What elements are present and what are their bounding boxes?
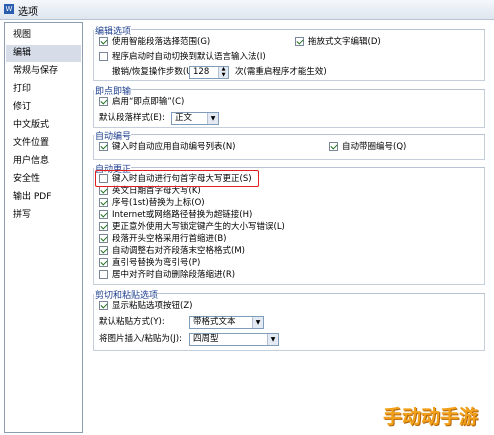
- auto-ime-option[interactable]: 程序启动时自动切换到默认语言输入法(I): [99, 50, 266, 64]
- undo-steps-label: 撤销/恢复操作步数(U):: [112, 67, 199, 77]
- show-paste-button-option[interactable]: 显示粘贴选项按钮(Z): [99, 299, 192, 313]
- edit-options-group: 编辑选项 使用智能段落选择范围(G) 拖放式文字编辑(D) 程序启动时自动切换到…: [91, 24, 487, 84]
- chevron-down-icon[interactable]: ▼: [267, 334, 278, 345]
- image-paste-label: 将图片插入/粘贴为(J):: [99, 334, 182, 344]
- nav-item-revision[interactable]: 修订: [6, 99, 81, 116]
- option-label: 自动调整右对齐段落末空格格式(M): [112, 246, 245, 256]
- option-label: 直引号替换为弯引号(P): [112, 258, 201, 268]
- window-title: 选项: [18, 7, 38, 18]
- image-paste-select[interactable]: 四周型 ▼: [189, 333, 279, 346]
- nav-item-view[interactable]: 视图: [6, 27, 81, 44]
- chevron-down-icon[interactable]: ▼: [252, 317, 263, 328]
- option-label: 拖放式文字编辑(D): [308, 37, 381, 47]
- option-label: 段落开头空格采用行首缩进(B): [112, 234, 227, 244]
- select-value: 带格式文本: [193, 317, 236, 327]
- undo-steps-note: 次(需重启程序才能生效): [235, 67, 327, 77]
- auto-ime-checkbox[interactable]: [99, 52, 108, 61]
- smart-select-checkbox[interactable]: [99, 37, 108, 46]
- clipboard-group: 剪切和粘贴选项 显示粘贴选项按钮(Z) 默认粘贴方式(Y): 带格式文本 ▼ 将图…: [91, 288, 487, 352]
- watermark-logo: 手动动手游: [383, 406, 479, 428]
- undo-steps-spinner[interactable]: 128 ▲ ▼: [189, 66, 229, 79]
- options-content: 编辑选项 使用智能段落选择范围(G) 拖放式文字编辑(D) 程序启动时自动切换到…: [87, 22, 491, 431]
- option-label: 使用智能段落选择范围(G): [112, 37, 211, 47]
- spinner-value: 128: [193, 67, 210, 77]
- default-paste-label: 默认粘贴方式(Y):: [99, 317, 165, 327]
- nav-item-print[interactable]: 打印: [6, 81, 81, 98]
- click-type-group: 即点即输 启用“即点即输”(C) 默认段落样式(E): 正文 ▼: [91, 84, 487, 129]
- nav-item-security[interactable]: 安全性: [6, 171, 81, 188]
- autocorrect-checkbox[interactable]: [99, 246, 108, 255]
- default-style-select[interactable]: 正文 ▼: [171, 112, 219, 125]
- nav-item-general-save[interactable]: 常规与保存: [6, 63, 81, 80]
- nav-item-edit[interactable]: 编辑: [6, 45, 81, 62]
- default-paste-select[interactable]: 带格式文本 ▼: [189, 316, 264, 329]
- nav-item-file-location[interactable]: 文件位置: [6, 135, 81, 152]
- option-label: 启用“即点即输”(C): [112, 97, 185, 107]
- circled-number-option[interactable]: 自动带圈编号(Q): [329, 140, 406, 154]
- options-nav: 视图 编辑 常规与保存 打印 修订 中文版式 文件位置 用户信息 安全性 输出 …: [4, 22, 83, 433]
- autocorrect-checkbox[interactable]: [99, 270, 108, 279]
- autocorrect-item[interactable]: 居中对齐时自动删除段落缩进(R): [99, 268, 235, 282]
- highlight-annotation: [95, 170, 259, 187]
- nav-item-user-info[interactable]: 用户信息: [6, 153, 81, 170]
- smart-select-option[interactable]: 使用智能段落选择范围(G): [99, 35, 210, 49]
- option-label: 英文日期首字母大写(K): [112, 186, 201, 196]
- autocorrect-checkbox[interactable]: [99, 198, 108, 207]
- click-type-checkbox[interactable]: [99, 97, 108, 106]
- app-icon: W: [4, 4, 14, 14]
- option-label: 程序启动时自动切换到默认语言输入法(I): [112, 52, 266, 62]
- nav-item-spelling[interactable]: 拼写: [6, 207, 81, 224]
- drag-drop-option[interactable]: 拖放式文字编辑(D): [295, 35, 381, 49]
- drag-drop-checkbox[interactable]: [295, 37, 304, 46]
- chevron-down-icon[interactable]: ▼: [207, 113, 218, 124]
- nav-item-pdf-export[interactable]: 输出 PDF: [6, 189, 81, 206]
- autocorrect-group: 自动更正 键入时自动进行句首字母大写更正(S) 英文日期首字母大写(K) 序号(…: [91, 162, 487, 286]
- circled-number-checkbox[interactable]: [329, 142, 338, 151]
- autocorrect-checkbox[interactable]: [99, 234, 108, 243]
- select-value: 四周型: [193, 334, 219, 344]
- option-label: 显示粘贴选项按钮(Z): [112, 301, 193, 311]
- click-type-option[interactable]: 启用“即点即输”(C): [99, 95, 184, 109]
- autocorrect-checkbox[interactable]: [99, 222, 108, 231]
- show-paste-button-checkbox[interactable]: [99, 301, 108, 310]
- title-bar: W 选项: [0, 0, 494, 20]
- option-label: 序号(1st)替换为上标(O): [112, 198, 205, 208]
- auto-list-option[interactable]: 键入时自动应用自动编号列表(N): [99, 140, 236, 154]
- nav-item-chinese-layout[interactable]: 中文版式: [6, 117, 81, 134]
- option-label: 键入时自动应用自动编号列表(N): [112, 142, 236, 152]
- option-label: Internet或网络路径替换为超链接(H): [112, 210, 253, 220]
- auto-number-group: 自动编号 键入时自动应用自动编号列表(N) 自动带圈编号(Q): [91, 129, 487, 161]
- option-label: 自动带圈编号(Q): [342, 142, 407, 152]
- spinner-arrows-icon[interactable]: ▲ ▼: [218, 66, 228, 78]
- auto-list-checkbox[interactable]: [99, 142, 108, 151]
- select-value: 正文: [175, 113, 193, 123]
- option-label: 居中对齐时自动删除段落缩进(R): [112, 270, 236, 280]
- option-label: 更正意外使用大写锁定键产生的大小写错误(L): [112, 222, 285, 232]
- autocorrect-checkbox[interactable]: [99, 210, 108, 219]
- autocorrect-checkbox[interactable]: [99, 186, 108, 195]
- default-style-label: 默认段落样式(E):: [99, 113, 165, 123]
- autocorrect-checkbox[interactable]: [99, 258, 108, 267]
